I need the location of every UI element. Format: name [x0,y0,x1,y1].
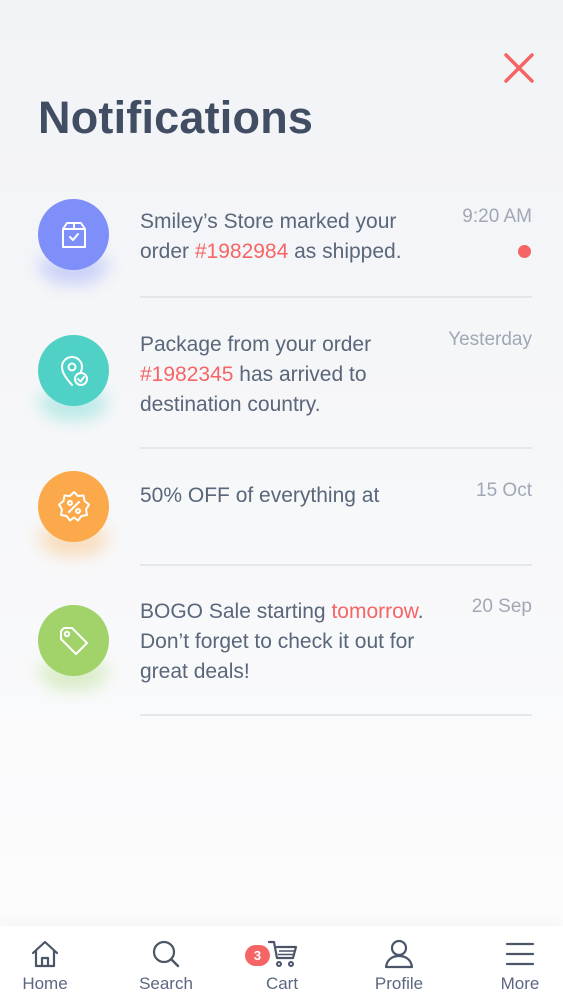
divider [140,564,532,566]
notification-time: 20 Sep [471,596,532,617]
emphasis-text: BOGO Sale [140,600,251,623]
user-icon [384,939,414,969]
notification-text: Smiley’s Store marked your order #198298… [140,207,430,267]
order-highlight: #1982984 [194,240,289,263]
location-check-icon [60,355,88,386]
discount-badge-icon [57,490,90,521]
body-text: of everything at [229,484,380,507]
tab-label: Home [22,974,68,993]
tab-cart[interactable]: 3 Cart [237,926,327,1001]
tab-bar: Home Search 3 Cart Profile More [0,926,563,1001]
tab-search[interactable]: Search [121,926,211,1001]
tab-more[interactable]: More [475,926,563,1001]
body-text: Package from your order [140,333,372,356]
emphasis-text: shipped [322,240,396,263]
menu-icon [505,942,535,966]
notification-avatar [38,335,109,406]
notification-avatar [38,605,109,676]
notification-time: Yesterday [448,329,532,350]
tag-icon [59,626,88,655]
emphasis-text: great deals! [140,660,250,683]
body-text: has [233,363,279,386]
notification-text: Package from your order #1982345 has arr… [140,330,430,420]
order-highlight: #1982345 [140,363,234,386]
cart-icon [267,940,298,967]
notification-text: 50% OFF of everything at [140,481,430,511]
notification-text: BOGO Sale starting tomorrow. Don’t forge… [140,597,430,687]
page-title: Notifications [38,92,314,143]
body-text: . [314,393,321,416]
close-icon [504,53,534,83]
unread-dot [518,245,531,258]
tab-label: Profile [374,974,424,993]
tab-label: Cart [265,974,299,993]
notification-avatar [38,199,109,270]
divider [140,447,532,449]
order-highlight: tomorrow [331,600,418,623]
notification-time: 9:20 AM [462,206,532,227]
emphasis-text: 50% OFF [140,484,230,507]
tab-label: Search [139,974,193,993]
tab-label: More [500,974,540,993]
home-icon [31,940,59,968]
body-text: starting [250,600,332,623]
search-icon [152,940,180,968]
tab-profile[interactable]: Profile [354,926,444,1001]
cart-badge: 3 [245,945,270,966]
tab-home[interactable]: Home [0,926,90,1001]
emphasis-text: Smiley’s Store [140,210,274,233]
notification-avatar [38,471,109,542]
divider [140,714,532,716]
package-icon [61,221,86,248]
close-button[interactable] [500,49,538,87]
notification-time: 15 Oct [476,480,532,501]
body-text: . [395,240,402,263]
divider [140,296,532,298]
body-text: as [288,240,323,263]
